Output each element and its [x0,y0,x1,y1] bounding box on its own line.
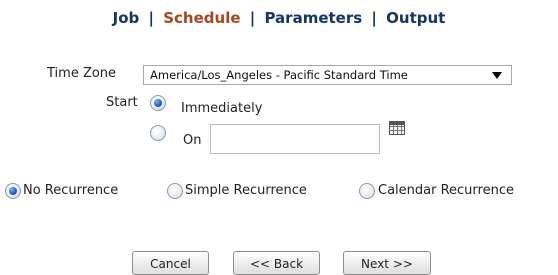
wizard-nav: Job | Schedule | Parameters | Output [0,9,558,27]
timezone-selected-value: America/Los_Angeles - Pacific Standard T… [150,68,408,82]
start-label: Start [106,95,138,110]
cancel-button[interactable]: Cancel [132,251,209,275]
timezone-label: Time Zone [47,66,117,81]
tab-output[interactable]: Output [386,9,445,27]
start-date-input[interactable] [210,124,380,154]
calendar-recurrence-label: Calendar Recurrence [378,183,514,198]
start-on-label: On [183,133,202,148]
dropdown-arrow-icon[interactable] [492,72,502,79]
back-button[interactable]: << Back [233,251,320,275]
timezone-select[interactable]: America/Los_Angeles - Pacific Standard T… [143,65,512,85]
simple-recurrence-radio[interactable] [167,183,183,199]
calendar-icon[interactable] [389,121,405,135]
start-immediately-radio[interactable] [150,95,166,111]
tab-parameters[interactable]: Parameters [264,9,362,27]
no-recurrence-label: No Recurrence [23,183,119,198]
calendar-recurrence-radio[interactable] [359,183,375,199]
start-immediately-label: Immediately [181,101,263,116]
nav-separator: | [371,9,377,27]
nav-separator: | [249,9,256,27]
next-button[interactable]: Next >> [343,251,431,275]
tab-schedule[interactable]: Schedule [163,9,240,27]
no-recurrence-radio[interactable] [5,183,21,199]
start-on-radio[interactable] [150,125,166,141]
tab-job[interactable]: Job [113,9,140,27]
nav-separator: | [148,9,154,27]
simple-recurrence-label: Simple Recurrence [185,183,307,198]
